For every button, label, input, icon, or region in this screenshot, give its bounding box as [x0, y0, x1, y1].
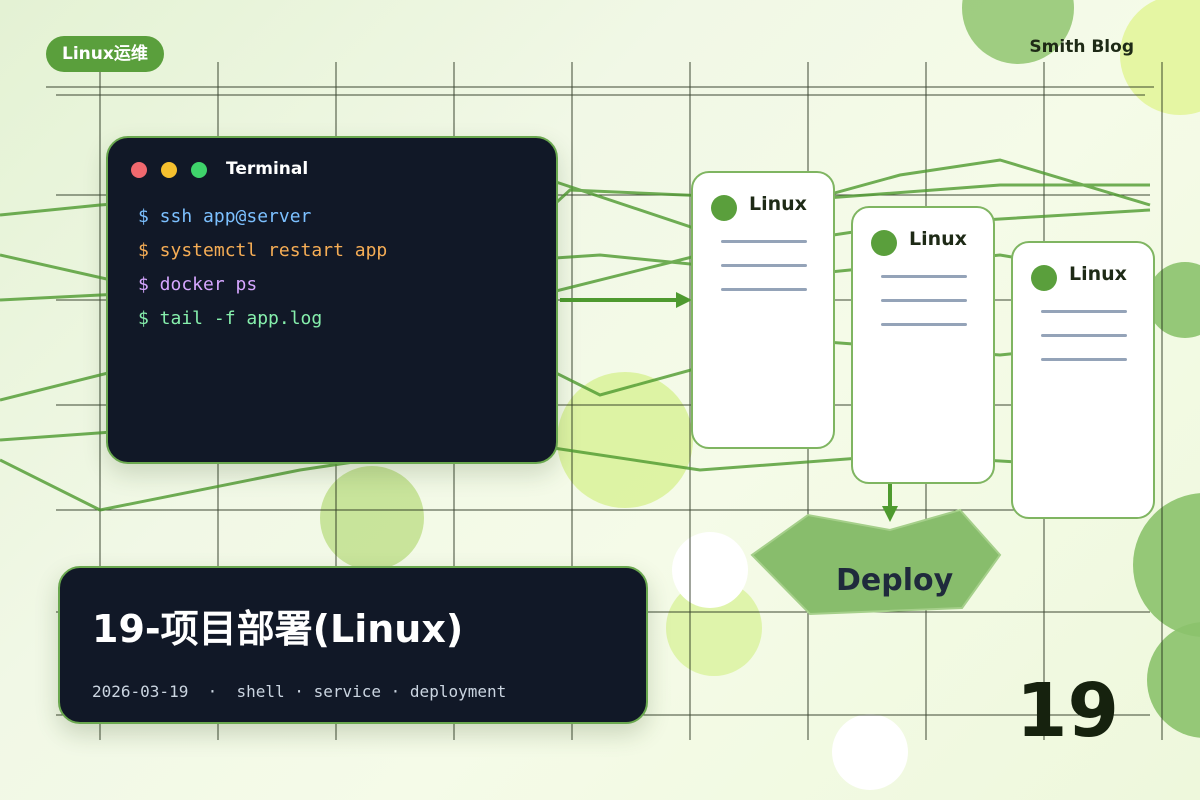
server-label: Linux [909, 228, 967, 250]
terminal-command: $ docker ps [138, 274, 258, 295]
deploy-label: Deploy [836, 563, 954, 598]
post-title: 19-项目部署(Linux) [92, 607, 464, 651]
maximize-dot-icon [191, 162, 207, 178]
post-tag: shell [236, 682, 285, 701]
brand-name: Smith Blog [1029, 37, 1134, 57]
terminal-title: Terminal [226, 159, 309, 179]
post-title-card[interactable]: 19-项目部署(Linux) 2026-03-19 · shell · serv… [58, 566, 648, 724]
server-card: Linux [691, 171, 835, 449]
server-card: Linux [851, 206, 995, 484]
deploy-shape [750, 508, 1002, 616]
server-label: Linux [1069, 263, 1127, 285]
status-dot-icon [1031, 265, 1057, 291]
text-line [881, 323, 967, 326]
server-card: Linux [1011, 241, 1155, 519]
minimize-dot-icon [161, 162, 177, 178]
terminal-command: $ systemctl restart app [138, 240, 388, 261]
category-tag[interactable]: Linux运维 [46, 36, 164, 72]
server-label: Linux [749, 193, 807, 215]
terminal-command: $ ssh app@server [138, 206, 312, 227]
post-number: 19 [1016, 668, 1119, 754]
post-meta: 2026-03-19 · shell · service · deploymen… [92, 682, 507, 701]
text-line [1041, 358, 1127, 361]
text-line [1041, 334, 1127, 337]
text-line [881, 275, 967, 278]
text-line [721, 288, 807, 291]
text-line [721, 240, 807, 243]
post-tag: service [313, 682, 382, 701]
terminal-command: $ tail -f app.log [138, 308, 323, 329]
post-date: 2026-03-19 [92, 682, 189, 701]
terminal-window: Terminal $ ssh app@server $ systemctl re… [106, 136, 558, 464]
status-dot-icon [711, 195, 737, 221]
status-dot-icon [871, 230, 897, 256]
text-line [1041, 310, 1127, 313]
text-line [881, 299, 967, 302]
close-dot-icon [131, 162, 147, 178]
text-line [721, 264, 807, 267]
post-tag: deployment [409, 682, 507, 701]
